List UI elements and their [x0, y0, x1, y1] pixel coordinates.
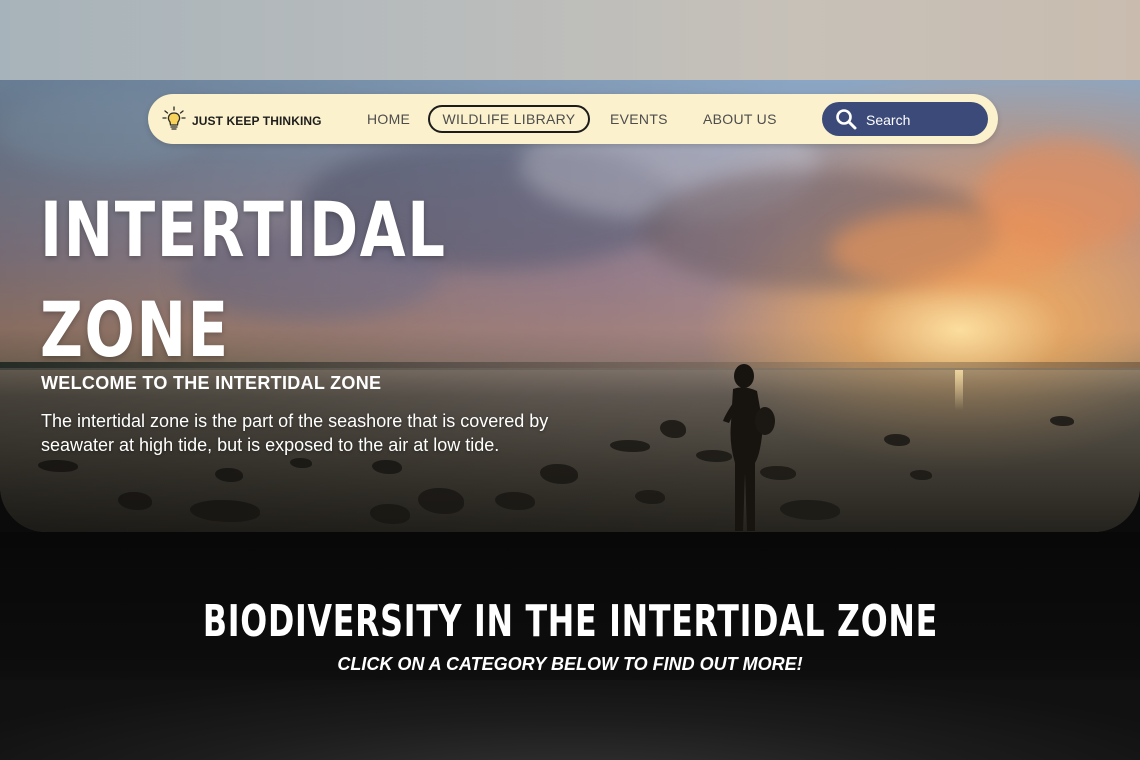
hero-title-line-2: ZONE [40, 285, 230, 374]
nav-wildlife-library[interactable]: WILDLIFE LIBRARY [428, 105, 590, 133]
search-placeholder: Search [866, 112, 911, 128]
top-blurred-backdrop [0, 0, 1140, 80]
section-title: BIODIVERSITY IN THE INTERTIDAL ZONE [0, 596, 1140, 647]
navigation-bar: JUST KEEP THINKING HOME WILDLIFE LIBRARY… [148, 94, 998, 144]
nav-about-us[interactable]: ABOUT US [703, 111, 777, 127]
category-area [0, 680, 1140, 760]
nav-home[interactable]: HOME [367, 111, 410, 127]
hero-title: INTERTIDAL ZONE [40, 180, 447, 380]
search-input[interactable]: Search [822, 102, 988, 136]
hero-description: The intertidal zone is the part of the s… [41, 411, 549, 455]
nav-events[interactable]: EVENTS [610, 111, 668, 127]
search-icon [836, 109, 857, 130]
brand-logo[interactable]: JUST KEEP THINKING [162, 106, 322, 132]
hero-subtitle: WELCOME TO THE INTERTIDAL ZONE [41, 373, 382, 393]
brand-name: JUST KEEP THINKING [192, 114, 322, 128]
section-title-text: BIODIVERSITY IN THE INTERTIDAL ZONE [202, 596, 938, 647]
hero-title-line-1: INTERTIDAL [40, 185, 447, 274]
nav-wildlife-library-label: WILDLIFE LIBRARY [442, 111, 576, 127]
page: JUST KEEP THINKING HOME WILDLIFE LIBRARY… [0, 0, 1140, 760]
lightbulb-icon [162, 106, 186, 130]
section-subtitle: CLICK ON A CATEGORY BELOW TO FIND OUT MO… [337, 654, 803, 674]
